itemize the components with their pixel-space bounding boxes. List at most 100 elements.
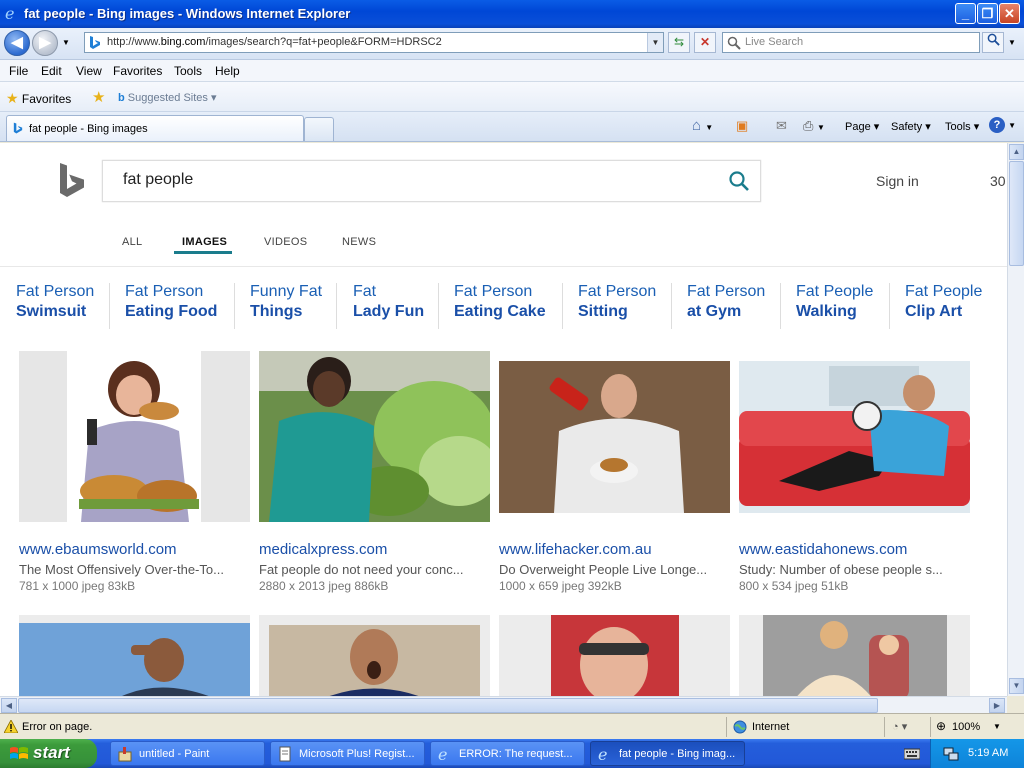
taskbar-item-bing-images[interactable]: e fat people - Bing imag... [590, 741, 745, 766]
image-result-card[interactable]: medicalxpress.com Fat people do not need… [259, 351, 490, 601]
search-go-button[interactable] [982, 32, 1004, 53]
minimize-button[interactable]: _ [955, 3, 976, 24]
status-message[interactable]: Error on page. [22, 721, 92, 733]
stop-icon[interactable]: ✕ [694, 32, 716, 53]
taskbar-item-label: untitled - Paint [139, 748, 210, 760]
taskbar-item-error[interactable]: e ERROR: The request... [430, 741, 585, 766]
window-title-bar[interactable]: e fat people - Bing images - Windows Int… [0, 0, 1024, 28]
keyboard-icon[interactable] [904, 746, 920, 760]
feeds-icon[interactable]: ▣ [736, 118, 748, 134]
warning-icon[interactable] [4, 720, 18, 733]
horizontal-scrollbar[interactable]: ◀ ▶ [0, 696, 1007, 713]
result-domain-link[interactable]: www.eastidahonews.com [739, 541, 907, 558]
read-mail-icon[interactable]: ✉ [776, 118, 787, 134]
clock[interactable]: 5:19 AM [968, 747, 1008, 759]
status-separator [884, 717, 885, 737]
tools-menu-label: Tools [945, 121, 971, 133]
image-thumbnail[interactable] [259, 351, 490, 522]
menu-file[interactable]: File [9, 64, 28, 78]
scroll-up-arrow-icon[interactable]: ▲ [1009, 144, 1024, 160]
related-search-item[interactable]: Fat Person Sitting [578, 283, 672, 329]
image-thumbnail[interactable] [19, 615, 250, 696]
related-line2: Clip Art [905, 303, 963, 320]
taskbar-item-label: ERROR: The request... [459, 748, 573, 760]
print-icon[interactable]: ⎙ ▼ [803, 118, 825, 134]
bing-logo-icon[interactable] [58, 163, 86, 199]
favorites-bar: ★ Favorites ★ b Suggested Sites ▾ [0, 82, 1024, 112]
safety-menu-button[interactable]: Safety ▾ [891, 120, 931, 133]
zoom-dropdown-icon[interactable]: ▼ [993, 722, 1001, 731]
related-search-item[interactable]: Fat Person at Gym [687, 283, 781, 329]
vertical-scrollbar[interactable]: ▲ ▼ [1007, 143, 1024, 696]
taskbar-item-paint[interactable]: untitled - Paint [110, 741, 265, 766]
zoom-level[interactable]: 100% [952, 721, 980, 733]
related-search-item[interactable]: Fat Person Swimsuit [16, 283, 110, 329]
related-search-item[interactable]: Fat Person Eating Food [125, 283, 235, 329]
image-result-card[interactable]: www.lifehacker.com.au Do Overweight Peop… [499, 351, 730, 601]
scope-videos[interactable]: VIDEOS [264, 236, 307, 248]
scroll-left-arrow-icon[interactable]: ◀ [1, 698, 17, 713]
scope-news[interactable]: NEWS [342, 236, 376, 248]
image-thumbnail[interactable] [19, 351, 250, 522]
result-domain-link[interactable]: www.ebaumsworld.com [19, 541, 177, 558]
tab-bing-images[interactable]: fat people - Bing images [6, 115, 304, 141]
bing-search-icon[interactable] [728, 170, 750, 192]
back-button[interactable]: ◀ [4, 30, 30, 56]
address-dropdown-icon[interactable]: ▼ [647, 33, 663, 52]
taskbar-item-microsoft-plus[interactable]: Microsoft Plus! Regist... [270, 741, 425, 766]
sign-in-link[interactable]: Sign in [876, 173, 919, 189]
related-search-item[interactable]: Funny Fat Things [250, 283, 337, 329]
header-divider [0, 266, 1007, 267]
window-title: fat people - Bing images - Windows Inter… [24, 6, 351, 21]
home-icon[interactable]: ⌂ ▼ [692, 117, 713, 134]
close-button[interactable]: ✕ [999, 3, 1020, 24]
help-icon[interactable]: ? ▼ [989, 117, 1016, 133]
compatibility-view-icon[interactable]: ⇆ [668, 32, 690, 53]
result-domain-link[interactable]: medicalxpress.com [259, 541, 387, 558]
image-thumbnail[interactable] [499, 615, 730, 696]
scroll-down-arrow-icon[interactable]: ▼ [1009, 678, 1024, 694]
address-bar[interactable]: http://www.bing.com/images/search?q=fat+… [84, 32, 664, 53]
menu-favorites[interactable]: Favorites [113, 64, 162, 78]
related-search-item[interactable]: Fat Lady Fun [353, 283, 439, 329]
scroll-right-arrow-icon[interactable]: ▶ [989, 698, 1005, 713]
add-favorite-icon[interactable]: ★ [92, 88, 105, 106]
rewards-count[interactable]: 30 [990, 173, 1006, 189]
related-search-item[interactable]: Fat People Walking [796, 283, 890, 329]
menu-tools[interactable]: Tools [174, 64, 202, 78]
suggested-sites-button[interactable]: b Suggested Sites ▾ [118, 91, 217, 104]
image-thumbnail[interactable] [739, 351, 970, 522]
image-result-card[interactable]: www.ebaumsworld.com The Most Offensively… [19, 351, 250, 601]
image-result-card[interactable]: www.eastidahonews.com Study: Number of o… [739, 351, 970, 601]
image-thumbnail[interactable] [499, 351, 730, 522]
vertical-scroll-thumb[interactable] [1009, 161, 1024, 266]
related-search-item[interactable]: Fat Person Eating Cake [454, 283, 563, 329]
favorites-button[interactable]: ★ Favorites [6, 90, 71, 107]
recent-pages-dropdown-icon[interactable]: ▼ [62, 38, 70, 47]
result-meta: 781 x 1000 jpeg 83kB [19, 579, 136, 593]
start-button[interactable]: start [0, 739, 97, 768]
live-search-input[interactable]: Live Search [722, 32, 980, 53]
image-thumbnail[interactable] [739, 615, 970, 696]
restore-button[interactable]: ❐ [977, 3, 998, 24]
menu-view[interactable]: View [76, 64, 102, 78]
result-description: Study: Number of obese people s... [739, 562, 943, 577]
menu-edit[interactable]: Edit [41, 64, 62, 78]
new-tab-button[interactable] [304, 117, 334, 141]
bing-search-box[interactable]: fat people [102, 160, 761, 202]
horizontal-scroll-thumb[interactable] [18, 698, 878, 713]
search-options-dropdown-icon[interactable]: ▼ [1005, 32, 1019, 53]
related-search-item[interactable]: Fat People Clip Art [905, 283, 1001, 329]
page-menu-button[interactable]: Page ▾ [845, 120, 879, 133]
protected-mode-icon[interactable]: ◔ ▾ [892, 720, 907, 733]
menu-bar: File Edit View Favorites Tools Help [0, 60, 1024, 82]
scope-all[interactable]: ALL [122, 236, 142, 248]
forward-button[interactable]: ▶ [32, 30, 58, 56]
thumbnail-man-surprised [259, 615, 490, 696]
image-thumbnail[interactable] [259, 615, 490, 696]
network-icon[interactable] [943, 746, 959, 762]
scope-images[interactable]: IMAGES [182, 236, 227, 248]
result-domain-link[interactable]: www.lifehacker.com.au [499, 541, 652, 558]
menu-help[interactable]: Help [215, 64, 240, 78]
tools-menu-button[interactable]: Tools ▾ [945, 120, 979, 133]
